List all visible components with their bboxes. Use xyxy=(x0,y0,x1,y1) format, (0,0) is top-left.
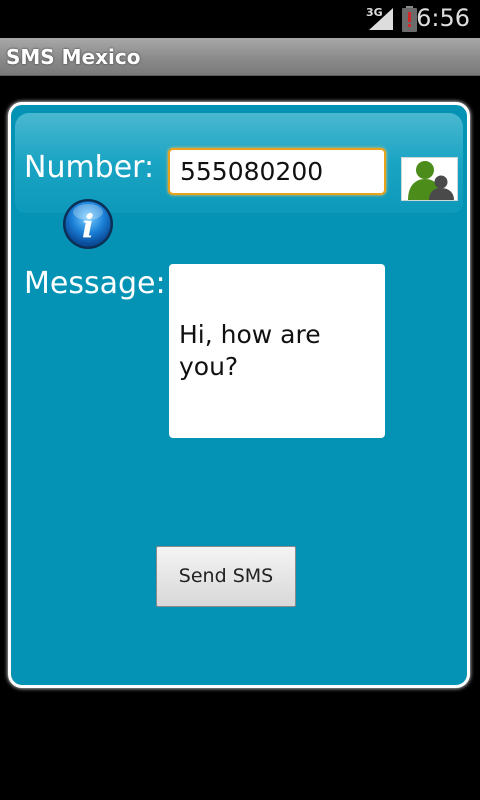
svg-text:i: i xyxy=(82,207,94,245)
app-title: SMS Mexico xyxy=(6,45,141,69)
status-clock: 6:56 xyxy=(416,4,470,32)
status-bar: 3G 6:56 xyxy=(0,0,480,38)
message-label: Message: xyxy=(24,266,166,301)
signal-icon xyxy=(369,8,393,30)
contacts-button[interactable] xyxy=(401,157,458,201)
info-icon: i xyxy=(63,199,113,249)
message-input[interactable]: Hi, how are you? xyxy=(169,264,385,438)
battery-alert-icon xyxy=(402,6,417,32)
send-sms-button[interactable]: Send SMS xyxy=(156,546,296,607)
number-label: Number: xyxy=(24,150,155,185)
app-title-bar: SMS Mexico xyxy=(0,38,480,76)
contacts-icon xyxy=(408,161,454,200)
number-input[interactable]: 555080200 xyxy=(168,148,386,195)
info-button[interactable]: i xyxy=(61,197,115,251)
